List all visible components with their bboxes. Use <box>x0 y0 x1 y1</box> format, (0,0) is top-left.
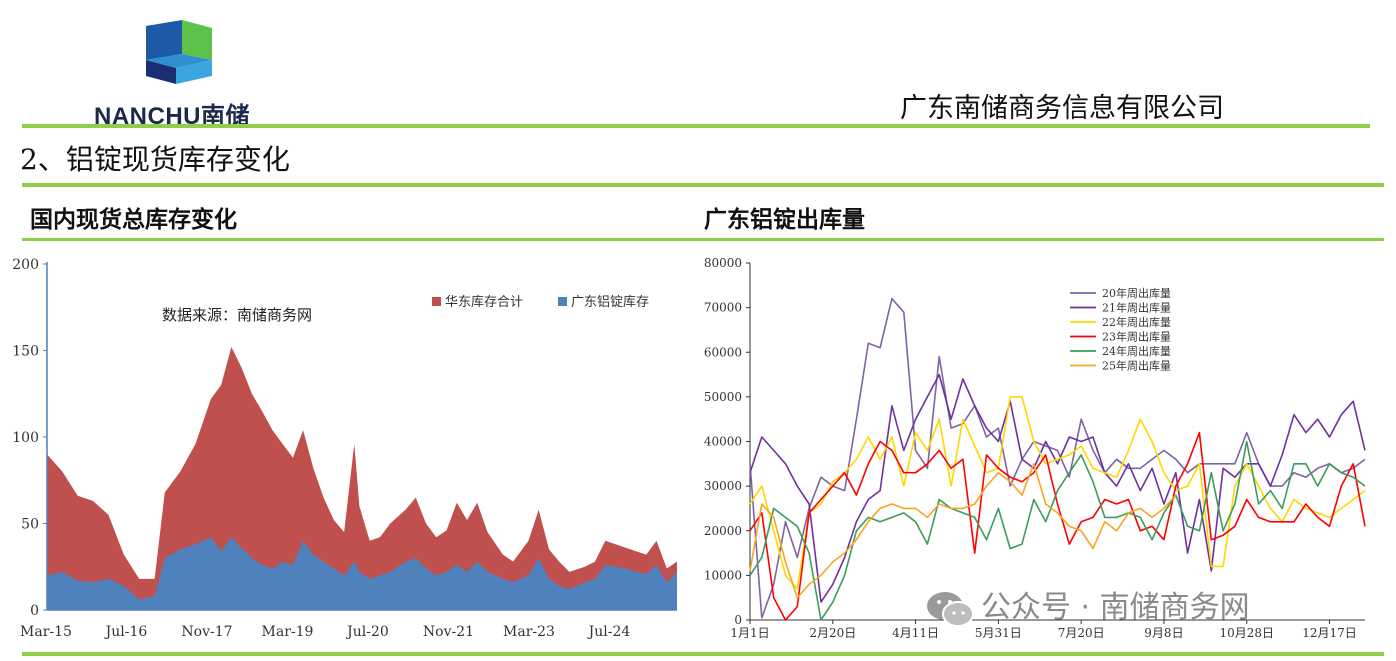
right-chart-title: 广东铝锭出库量 <box>704 206 865 233</box>
legend-label: 24年周出库量 <box>1102 344 1171 358</box>
domestic-inventory-area-chart: 0 50 100 150 200 Mar-15 Jul-16 Nov-17 Mar-19 Jul-… <box>12 257 677 640</box>
y-tick-label: 50000 <box>704 390 742 404</box>
watermark-text: 公众号 · 南储商务网 <box>981 590 1250 625</box>
section-title: 2、铝锭现货库存变化 <box>20 143 290 176</box>
x-tick-label: 2月20日 <box>809 626 856 640</box>
x-tick-label: 12月17日 <box>1302 626 1357 640</box>
legend-label: 广东铝锭库存 <box>571 294 649 310</box>
wechat-icon <box>927 591 974 627</box>
x-tick-label: Nov-21 <box>423 624 474 640</box>
legend-label: 25年周出库量 <box>1102 359 1171 373</box>
legend-swatch <box>432 297 441 306</box>
x-tick-label: Jul-24 <box>587 624 631 640</box>
company-name: 广东南储商务信息有限公司 <box>900 93 1224 124</box>
x-tick-label: Jul-16 <box>104 624 148 640</box>
x-tick-label: Mar-15 <box>20 624 72 640</box>
legend-swatch <box>558 297 567 306</box>
legend-label: 21年周出库量 <box>1102 301 1171 315</box>
y-tick-label: 150 <box>12 344 39 360</box>
y-tick-label: 50 <box>21 517 39 533</box>
area-series-0 <box>47 347 677 610</box>
y-tick-label: 0 <box>734 613 742 627</box>
left-chart-title: 国内现货总库存变化 <box>30 206 237 233</box>
nanchu-logo-mark <box>146 20 212 84</box>
y-tick-label: 60000 <box>704 345 742 359</box>
line-series-0 <box>749 297 1366 619</box>
y-tick-label: 10000 <box>704 568 742 582</box>
data-source-note: 数据来源：南储商务网 <box>162 306 312 324</box>
y-tick-label: 30000 <box>704 479 742 493</box>
y-tick-label: 70000 <box>704 301 742 315</box>
y-tick-label: 100 <box>12 430 39 446</box>
x-tick-label: Nov-17 <box>181 624 232 640</box>
legend-label: 20年周出库量 <box>1102 286 1171 300</box>
legend-label: 华东库存合计 <box>445 294 523 310</box>
wechat-watermark: 公众号 · 南储商务网 <box>925 582 1250 629</box>
footer-rule <box>22 652 1384 656</box>
y-tick-label: 80000 <box>704 256 742 270</box>
x-tick-label: Mar-19 <box>262 624 314 640</box>
y-tick-label: 200 <box>12 257 39 273</box>
legend-label: 23年周出库量 <box>1102 330 1171 344</box>
header-rule <box>22 124 1370 128</box>
title-rule <box>22 238 1384 241</box>
legend-label: 22年周出库量 <box>1102 315 1171 329</box>
y-tick-label: 40000 <box>704 435 742 449</box>
x-tick-label: Jul-20 <box>345 624 389 640</box>
line-series-1 <box>749 373 1366 603</box>
x-tick-label: 1月1日 <box>730 626 769 640</box>
x-tick-label: Mar-23 <box>503 624 555 640</box>
y-tick-label: 20000 <box>704 524 742 538</box>
y-tick-label: 0 <box>30 603 39 619</box>
section-rule <box>22 183 1384 187</box>
